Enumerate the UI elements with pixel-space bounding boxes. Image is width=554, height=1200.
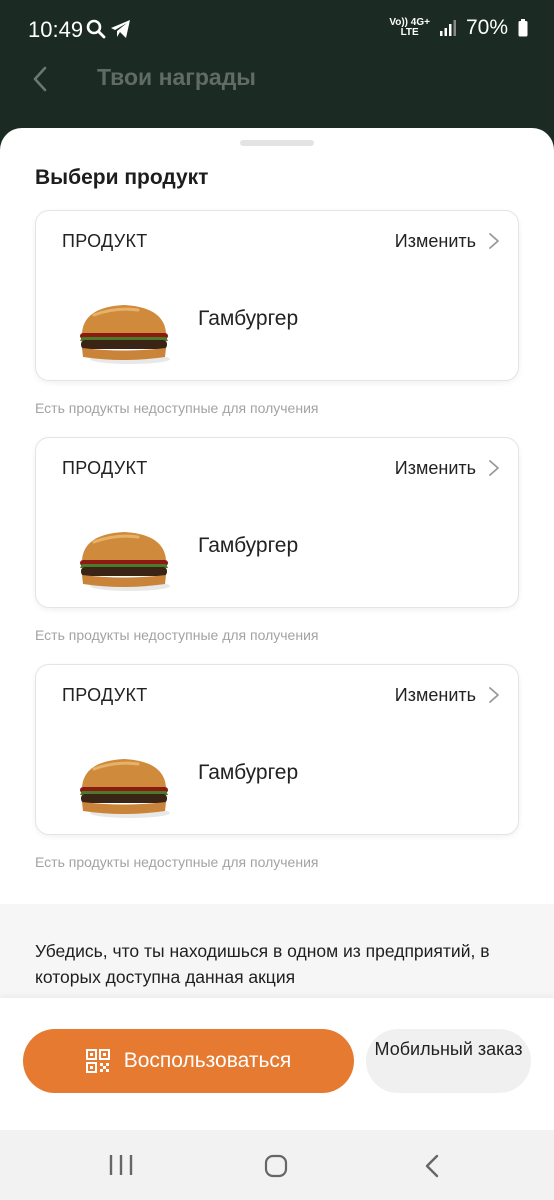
- hamburger-image: [80, 305, 170, 364]
- battery-level: 70%: [465, 16, 508, 39]
- status-right: Vo)) 4G+ LTE 70%: [389, 16, 528, 40]
- battery-icon: [518, 19, 528, 37]
- unavailable-note: Есть продукты недоступные для получения: [35, 400, 319, 416]
- location-info: Убедись, что ты находишься в одном из пр…: [0, 904, 554, 1002]
- product-label: ПРОДУКТ: [62, 231, 148, 251]
- bottom-sheet: Выбери продукт ПРОДУКТ Изменить Гамбурге…: [0, 128, 554, 1130]
- product-name: Гамбургер: [198, 534, 299, 557]
- product-label: ПРОДУКТ: [62, 685, 148, 705]
- chevron-right-icon[interactable]: [488, 685, 500, 705]
- hamburger-image: [80, 532, 170, 591]
- unavailable-note: Есть продукты недоступные для получения: [35, 627, 319, 643]
- product-label: ПРОДУКТ: [62, 458, 148, 478]
- unavailable-note: Есть продукты недоступные для получения: [35, 854, 319, 870]
- network-bottom: LTE: [400, 27, 419, 38]
- mobile-order-button[interactable]: Мобильный заказ: [366, 1029, 531, 1093]
- product-card[interactable]: ПРОДУКТ Изменить Гамбургер: [35, 210, 519, 381]
- search-icon: [86, 19, 106, 39]
- status-bar: 10:49 Vo)) 4G+ LTE 70%: [0, 0, 554, 60]
- qr-code-icon: [85, 1049, 110, 1073]
- app-header: 10:49 Vo)) 4G+ LTE 70% Твои награды: [0, 0, 554, 110]
- status-time: 10:49: [28, 17, 84, 42]
- network-indicator: Vo)) 4G+ LTE: [389, 18, 430, 38]
- system-nav-bar: [0, 1130, 554, 1200]
- location-info-text: Убедись, что ты находишься в одном из пр…: [35, 941, 490, 987]
- telegram-icon: [111, 20, 130, 38]
- product-name: Гамбургер: [198, 307, 299, 330]
- sheet-handle[interactable]: [240, 140, 314, 146]
- signal-icon: [439, 20, 456, 36]
- recents-icon[interactable]: [108, 1154, 134, 1176]
- sheet-heading: Выбери продукт: [35, 166, 209, 189]
- hamburger-image: [80, 759, 170, 818]
- product-card[interactable]: ПРОДУКТ Изменить Гамбургер: [35, 437, 519, 608]
- nav-bar: Твои награды: [0, 60, 554, 100]
- product-card[interactable]: ПРОДУКТ Изменить Гамбургер: [35, 664, 519, 835]
- action-bar: Воспользоваться Мобильный заказ: [0, 998, 554, 1130]
- chevron-right-icon[interactable]: [488, 231, 500, 251]
- use-button[interactable]: Воспользоваться: [23, 1029, 354, 1093]
- product-name: Гамбургер: [198, 761, 299, 784]
- change-link[interactable]: Изменить: [395, 231, 476, 252]
- back-arrow-icon[interactable]: [30, 64, 52, 94]
- system-back-icon[interactable]: [424, 1154, 440, 1178]
- use-button-label: Воспользоваться: [123, 1049, 292, 1072]
- change-link[interactable]: Изменить: [395, 458, 476, 479]
- page-title: Твои награды: [97, 64, 256, 90]
- change-link[interactable]: Изменить: [395, 685, 476, 706]
- chevron-right-icon[interactable]: [488, 458, 500, 478]
- home-icon[interactable]: [264, 1154, 288, 1178]
